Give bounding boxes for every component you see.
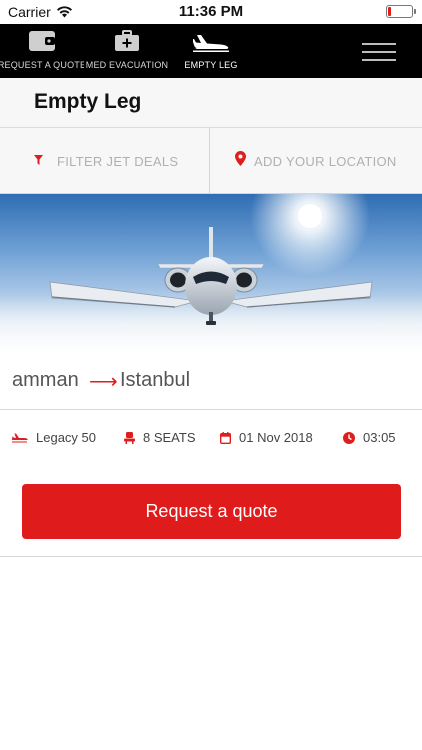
battery-icon	[386, 5, 416, 18]
tab-empty-leg[interactable]: EMPTY LEG	[170, 24, 252, 78]
seat-icon	[124, 431, 135, 444]
page-header: Empty Leg	[0, 78, 422, 128]
airplane-icon	[12, 433, 28, 443]
tab-label: EMPTY LEG	[184, 60, 238, 70]
status-time: 11:36 PM	[178, 3, 244, 20]
tab-label: MED EVACUATION	[85, 60, 169, 70]
aircraft-detail: Legacy 50	[12, 430, 96, 445]
tab-label: REQUEST A QUOTE	[0, 60, 84, 70]
departure-time: 03:05	[363, 430, 396, 445]
filter-jet-deals-label: FILTER JET DEALS	[57, 153, 179, 169]
airplane-icon	[193, 24, 229, 54]
seats-detail: 8 SEATS	[124, 430, 196, 445]
top-nav: REQUEST A QUOTE MED EVACUATION EMPTY LEG	[0, 24, 422, 78]
route-origin: amman	[12, 369, 79, 391]
route-row[interactable]: amman ⟶ Istanbul	[0, 352, 422, 410]
filter-bar: FILTER JET DEALS ADD YOUR LOCATION	[0, 128, 422, 194]
divider	[0, 556, 422, 557]
tab-med-evacuation[interactable]: MED EVACUATION	[84, 24, 170, 78]
filter-icon	[34, 152, 43, 170]
departure-date: 01 Nov 2018	[239, 430, 313, 445]
medical-kit-icon	[114, 24, 140, 54]
location-pin-icon	[235, 151, 246, 171]
route-arrow-icon: ⟶	[89, 371, 118, 393]
add-location-label: ADD YOUR LOCATION	[254, 153, 397, 169]
deal-details: Legacy 50 8 SEATS 01 Nov 2018 03:05	[0, 410, 422, 466]
date-detail: 01 Nov 2018	[220, 430, 313, 445]
clock-icon	[343, 431, 355, 444]
request-quote-button[interactable]: Request a quote	[22, 484, 401, 539]
battery-level-fill	[388, 7, 391, 16]
add-location-button[interactable]: ADD YOUR LOCATION	[211, 128, 422, 194]
time-detail: 03:05	[343, 430, 396, 445]
jet-hero-image	[0, 194, 422, 352]
aircraft-model: Legacy 50	[36, 430, 96, 445]
calendar-icon	[220, 431, 231, 444]
page-title: Empty Leg	[34, 90, 142, 113]
filter-jet-deals-button[interactable]: FILTER JET DEALS	[0, 128, 210, 194]
tab-request-a-quote[interactable]: REQUEST A QUOTE	[0, 24, 84, 78]
wallet-icon	[28, 24, 56, 54]
status-bar: Carrier 11:36 PM	[0, 0, 422, 24]
hamburger-menu-icon[interactable]	[362, 41, 396, 63]
seats-count: 8 SEATS	[143, 430, 196, 445]
route-destination: Istanbul	[120, 369, 191, 391]
